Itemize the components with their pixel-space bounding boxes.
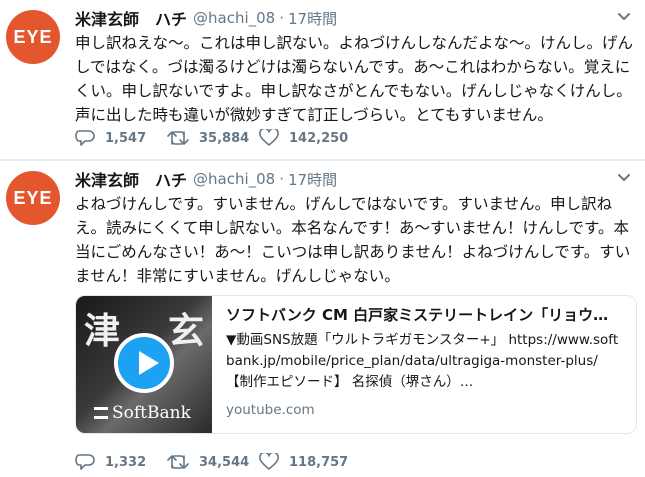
softbank-bars-icon	[94, 407, 108, 419]
tweet-text: よねづけんしです。すいません。げんしではないです。すいません。申し訳ねえ。読みに…	[75, 195, 631, 285]
like-count: 142,250	[289, 130, 349, 146]
reply-icon	[75, 454, 95, 470]
avatar-logo-text: EYE	[13, 187, 53, 208]
avatar[interactable]: EYE	[6, 171, 60, 225]
retweet-count: 34,544	[199, 454, 250, 470]
tweet-header: 米津玄師 ハチ @hachi_08 · 17時間	[75, 167, 337, 191]
like-button[interactable]: 142,250	[259, 129, 348, 147]
retweet-button[interactable]: 34,544	[167, 453, 259, 471]
tweet-actions: 1,332 34,544 118,757	[75, 453, 348, 471]
retweet-button[interactable]: 35,884	[167, 129, 259, 147]
retweet-icon	[167, 131, 189, 145]
reply-button[interactable]: 1,332	[75, 453, 167, 471]
card-info: ソフトバンク CM 白戸家ミステリートレイン「リョウ… ▼動画SNS放題「ウルト…	[226, 304, 626, 419]
card-title[interactable]: ソフトバンク CM 白戸家ミステリートレイン「リョウ…	[226, 304, 626, 326]
link-card[interactable]: 津 玄 SoftBank ソフトバンク CM 白戸家ミステリートレイン「リョウ……	[75, 295, 637, 434]
thumbnail-kanji: 津	[84, 310, 121, 352]
heart-icon	[259, 453, 279, 470]
chevron-down-icon[interactable]	[617, 12, 631, 22]
separator-dot: ·	[279, 170, 285, 188]
reply-button[interactable]: 1,547	[75, 129, 167, 147]
play-icon[interactable]	[114, 333, 174, 393]
heart-icon	[259, 129, 279, 146]
video-thumbnail[interactable]: 津 玄 SoftBank	[76, 296, 212, 433]
tweet[interactable]: EYE 米津玄師 ハチ @hachi_08 · 17時間 よねづけんしです。すい…	[0, 161, 645, 477]
separator-dot: ·	[279, 9, 285, 27]
chevron-down-icon[interactable]	[617, 173, 631, 183]
retweet-count: 35,884	[199, 130, 250, 146]
card-domain: youtube.com	[226, 402, 315, 418]
thumbnail-kanji: 玄	[168, 310, 205, 352]
tweet-header: 米津玄師 ハチ @hachi_08 · 17時間	[75, 6, 337, 30]
softbank-logo-text: SoftBank	[112, 403, 191, 423]
avatar[interactable]: EYE	[6, 10, 60, 64]
tweet[interactable]: EYE 米津玄師 ハチ @hachi_08 · 17時間 申し訳ねえな～。これは…	[0, 0, 645, 159]
softbank-logo: SoftBank	[94, 403, 191, 423]
like-count: 118,757	[289, 454, 349, 470]
reply-count: 1,332	[105, 454, 147, 470]
reply-icon	[75, 130, 95, 146]
display-name[interactable]: 米津玄師 ハチ	[75, 167, 187, 191]
user-handle[interactable]: @hachi_08	[193, 9, 275, 27]
tweet-actions: 1,547 35,884 142,250	[75, 129, 348, 147]
like-button[interactable]: 118,757	[259, 453, 348, 471]
tweet-text: 申し訳ねえな～。これは申し訳ない。よねづけんしなんだよな～。けんし。げんしではな…	[75, 34, 634, 124]
avatar-logo-text: EYE	[13, 26, 53, 47]
user-handle[interactable]: @hachi_08	[193, 170, 275, 188]
timestamp[interactable]: 17時間	[288, 169, 337, 190]
reply-count: 1,547	[105, 130, 147, 146]
card-description: ▼動画SNS放題「ウルトラギガモンスター+」 https://www.softb…	[226, 332, 619, 390]
retweet-icon	[167, 455, 189, 469]
timestamp[interactable]: 17時間	[288, 8, 337, 29]
display-name[interactable]: 米津玄師 ハチ	[75, 6, 187, 30]
